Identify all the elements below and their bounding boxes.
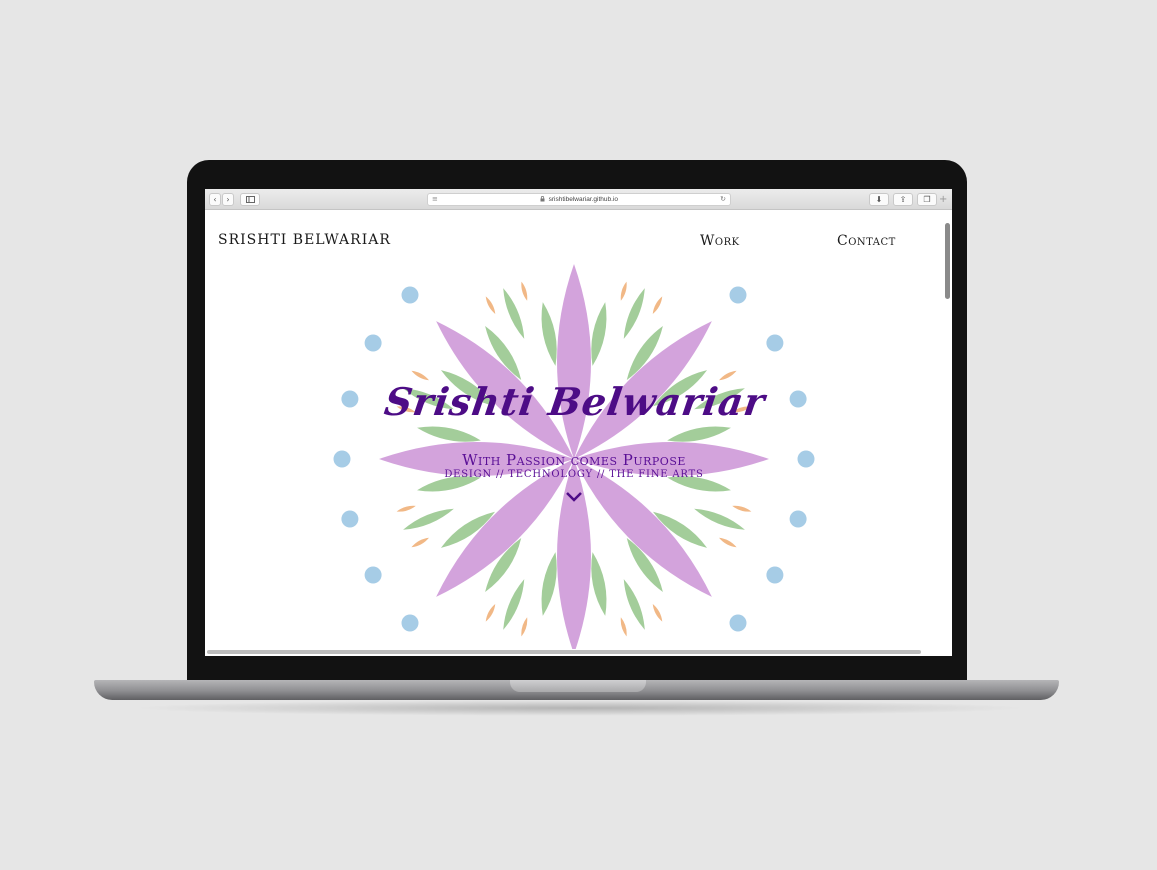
nav-work-link[interactable]: Work xyxy=(700,233,740,249)
blue-dot xyxy=(797,450,815,468)
address-bar[interactable]: ≡ srishtibelwariar.github.io ↻ xyxy=(427,193,731,206)
horizontal-scrollbar[interactable] xyxy=(207,650,921,654)
back-button[interactable]: ‹ xyxy=(209,193,221,206)
sidebar-icon xyxy=(245,196,255,203)
forward-button[interactable]: › xyxy=(222,193,234,206)
chevron-left-icon: ‹ xyxy=(213,195,217,204)
blue-dot xyxy=(766,566,784,584)
orange-petal xyxy=(652,604,663,622)
chevron-down-icon[interactable] xyxy=(565,491,583,503)
hero-title: Srishti Belwariar xyxy=(381,379,769,424)
blue-dot xyxy=(364,566,382,584)
blue-dot xyxy=(401,614,419,632)
tabs-icon: ❐ xyxy=(923,195,931,204)
blue-dot xyxy=(789,510,807,528)
download-icon: ⬇ xyxy=(875,195,883,204)
orange-petal xyxy=(652,296,663,314)
browser-window: ‹ › ≡ srishtibelwariar.github.io ↻ ⬇ ⇪ ❐… xyxy=(205,189,952,656)
orange-petal xyxy=(521,617,528,637)
share-button[interactable]: ⇪ xyxy=(893,193,913,206)
purple-petal xyxy=(557,459,591,649)
url-text: srishtibelwariar.github.io xyxy=(428,194,730,206)
browser-toolbar: ‹ › ≡ srishtibelwariar.github.io ↻ ⬇ ⇪ ❐… xyxy=(205,189,952,210)
site-name[interactable]: SRISHTI BELWARIAR xyxy=(218,232,391,248)
mandala-illustration xyxy=(333,264,815,649)
orange-petal xyxy=(485,604,496,622)
reload-icon[interactable]: ↻ xyxy=(720,194,726,205)
orange-petal xyxy=(521,281,528,301)
orange-petal xyxy=(719,537,737,548)
blue-dot xyxy=(729,286,747,304)
blue-dot xyxy=(766,334,784,352)
blue-dot xyxy=(401,286,419,304)
blue-dot xyxy=(341,390,359,408)
chevron-right-icon: › xyxy=(226,195,230,204)
laptop-notch xyxy=(510,680,646,692)
tabs-button[interactable]: ❐ xyxy=(917,193,937,206)
orange-petal xyxy=(411,537,429,548)
laptop-bottom-bezel xyxy=(187,656,967,680)
nav-contact-link[interactable]: Contact xyxy=(837,233,896,249)
new-tab-icon[interactable]: + xyxy=(939,195,947,205)
sidebar-button[interactable] xyxy=(240,193,260,206)
blue-dot xyxy=(729,614,747,632)
download-button[interactable]: ⬇ xyxy=(869,193,889,206)
orange-petal xyxy=(396,505,416,512)
purple-petal xyxy=(557,264,591,459)
lock-icon xyxy=(540,196,547,203)
orange-petal xyxy=(620,281,627,301)
vertical-scrollbar[interactable] xyxy=(945,223,950,299)
blue-dot xyxy=(364,334,382,352)
blue-dot xyxy=(789,390,807,408)
orange-petal xyxy=(620,617,627,637)
share-icon: ⇪ xyxy=(899,195,907,204)
orange-petal xyxy=(485,296,496,314)
blue-dot xyxy=(333,450,351,468)
hero-subtagline: DESIGN // TECHNOLOGY // THE FINE ARTS xyxy=(444,469,704,480)
orange-petal xyxy=(732,505,752,512)
url-label: srishtibelwariar.github.io xyxy=(548,196,619,203)
hero-tagline: With Passion comes Purpose xyxy=(462,451,686,469)
blue-dot xyxy=(341,510,359,528)
laptop-shadow xyxy=(130,700,1030,716)
